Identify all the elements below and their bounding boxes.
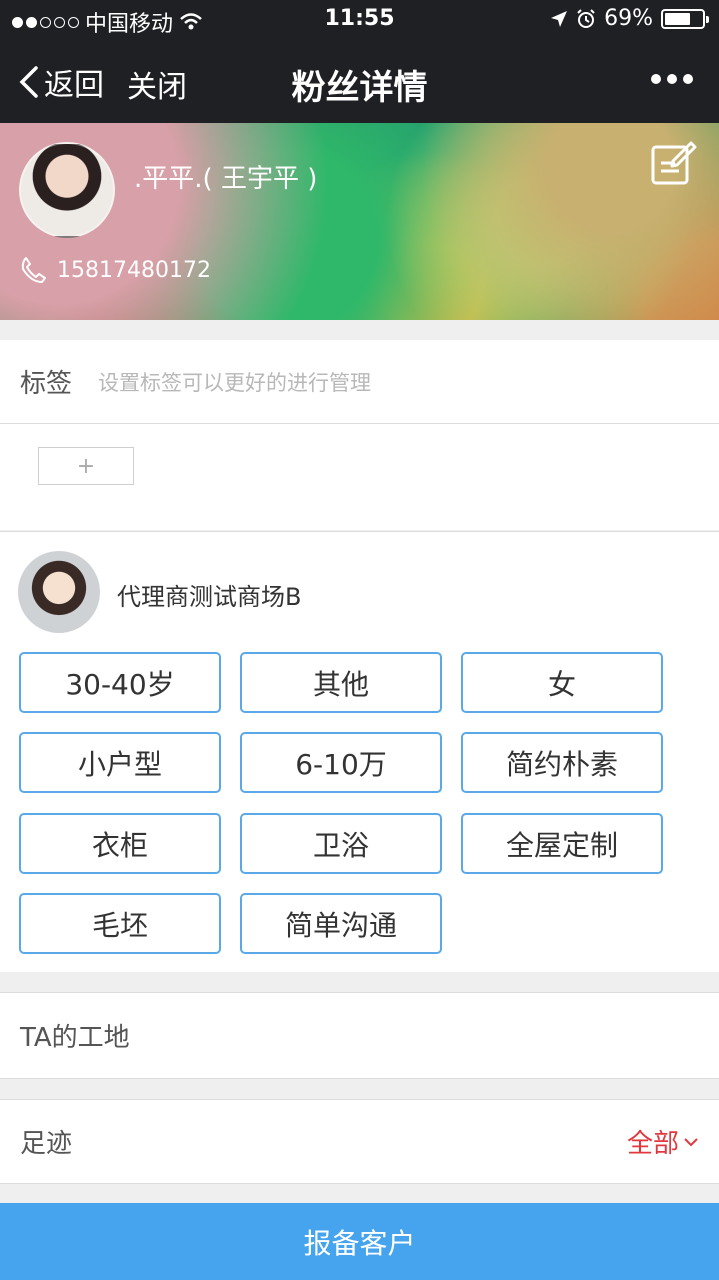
site-row[interactable]: TA的工地 — [0, 992, 719, 1079]
agent-avatar — [18, 551, 100, 633]
report-customer-button[interactable]: 报备客户 — [0, 1203, 719, 1280]
tag-section: 标签 设置标签可以更好的进行管理 + — [0, 340, 719, 530]
fan-name: .平平.( 王宇平 ) — [134, 164, 318, 194]
battery-fill — [665, 12, 690, 25]
tag-chip[interactable]: 毛坯 — [19, 893, 221, 954]
tag-chip[interactable]: 其他 — [240, 652, 442, 713]
battery-icon — [661, 8, 709, 29]
more-options-icon[interactable] — [651, 74, 693, 84]
tag-chip[interactable]: 6-10万 — [240, 732, 442, 793]
status-bar: 中国移动 11:55 69% — [0, 0, 719, 40]
tag-chip[interactable]: 女 — [461, 652, 663, 713]
footprint-label: 足迹 — [20, 1129, 73, 1159]
navigation-bar: 返回 关闭 粉丝详情 — [0, 40, 719, 123]
chevron-down-icon — [684, 1137, 698, 1146]
tag-hint: 设置标签可以更好的进行管理 — [98, 370, 372, 395]
filter-label: 全部 — [626, 1129, 679, 1159]
add-tag-button[interactable]: + — [38, 447, 134, 485]
phone-number: 15817480172 — [57, 257, 211, 283]
agent-tag-section: 代理商测试商场B 30-40岁 其他 女 小户型 6-10万 简约朴素 衣柜 卫… — [0, 531, 719, 972]
tag-chip[interactable]: 全屋定制 — [461, 813, 663, 874]
tag-chip[interactable]: 卫浴 — [240, 813, 442, 874]
status-right: 69% — [550, 6, 709, 31]
footprint-row: 足迹 全部 — [0, 1099, 719, 1184]
tag-chip[interactable]: 简单沟通 — [240, 893, 442, 954]
site-label: TA的工地 — [20, 1023, 130, 1053]
phone-icon — [21, 257, 46, 283]
footprint-filter[interactable]: 全部 — [627, 1123, 699, 1160]
tag-label: 标签 — [20, 369, 73, 399]
location-arrow-icon — [551, 10, 568, 27]
page-title: 粉丝详情 — [291, 68, 428, 108]
battery-percent: 69% — [604, 6, 653, 31]
profile-header: .平平.( 王宇平 ) 15817480172 — [0, 123, 719, 320]
edit-icon[interactable] — [649, 139, 697, 187]
alarm-icon — [577, 8, 595, 28]
tag-chip[interactable]: 衣柜 — [19, 813, 221, 874]
tag-header[interactable]: 标签 设置标签可以更好的进行管理 — [0, 340, 719, 424]
tag-chip[interactable]: 30-40岁 — [19, 652, 221, 713]
tag-chip[interactable]: 小户型 — [19, 732, 221, 793]
phone-row[interactable]: 15817480172 — [19, 255, 211, 285]
tag-chip[interactable]: 简约朴素 — [461, 732, 663, 793]
fan-avatar — [19, 142, 115, 238]
agent-name: 代理商测试商场B — [117, 583, 302, 611]
